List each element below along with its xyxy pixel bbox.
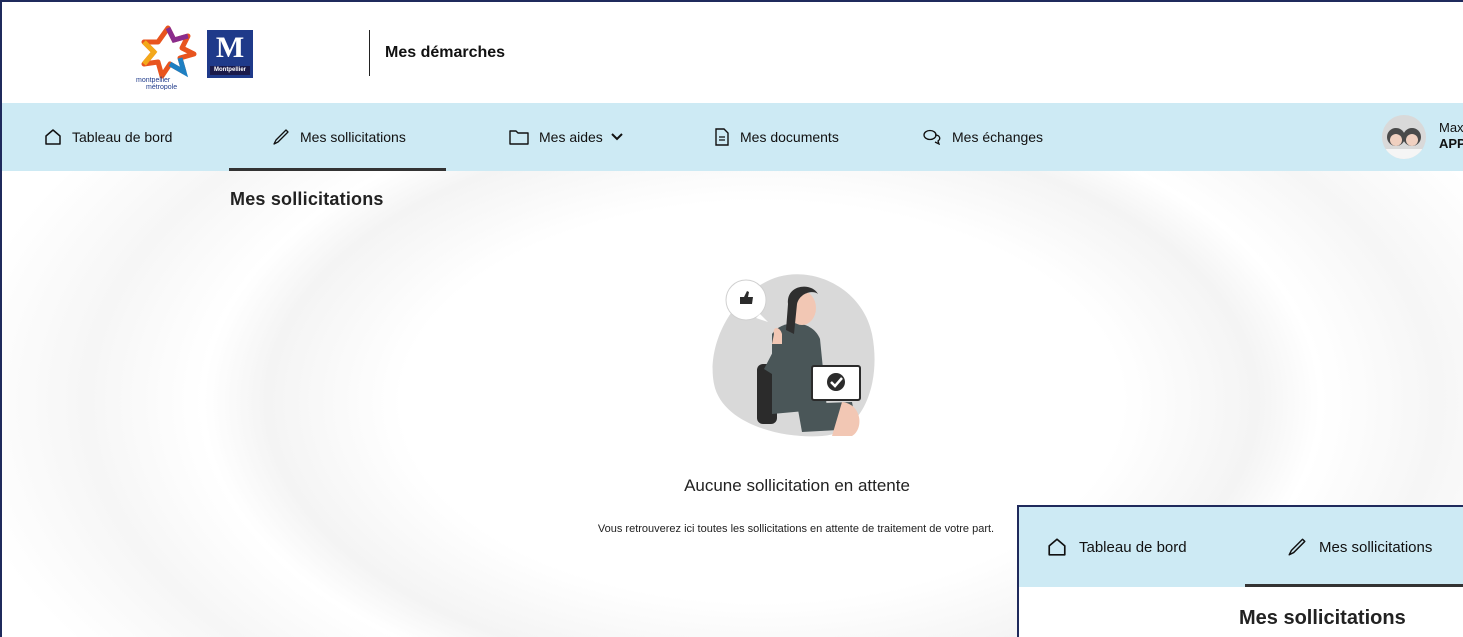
empty-state-description: Vous retrouverez ici toutes les sollicit… xyxy=(597,523,995,535)
app-window: montpellier métropole M Montpellier Mes … xyxy=(0,0,1463,637)
empty-state-illustration xyxy=(702,264,887,444)
site-header: montpellier métropole M Montpellier Mes … xyxy=(2,2,1463,103)
user-role: APP xyxy=(1439,136,1463,151)
nav-item-mes-echanges[interactable]: Mes échanges xyxy=(922,103,1043,171)
user-name[interactable]: Max xyxy=(1439,120,1463,135)
header-divider xyxy=(369,30,370,76)
app-title: Mes démarches xyxy=(385,44,506,61)
chevron-down-icon xyxy=(611,133,623,141)
inset-nav-item-tableau-de-bord[interactable]: Tableau de bord xyxy=(1047,507,1187,587)
inset-active-indicator xyxy=(1245,584,1463,587)
nav-item-mes-documents[interactable]: Mes documents xyxy=(714,103,839,171)
logo-m-letter: M xyxy=(215,31,245,64)
folder-icon xyxy=(509,130,529,145)
main-nav: Tableau de bord Mes sollicitations Mes a… xyxy=(2,103,1463,171)
page-title: Mes sollicitations xyxy=(230,189,384,209)
document-icon xyxy=(715,128,729,146)
svg-text:montpellier: montpellier xyxy=(136,77,171,84)
nav-label: Mes documents xyxy=(740,129,839,145)
user-avatar[interactable] xyxy=(1382,115,1426,159)
nav-item-mes-aides[interactable]: Mes aides xyxy=(509,103,623,171)
inset-nav: Tableau de bord Mes sollicitations xyxy=(1019,507,1463,587)
chat-icon xyxy=(923,129,941,145)
nav-label: Tableau de bord xyxy=(72,129,173,145)
montpellier-metropole-logo[interactable]: montpellier métropole xyxy=(132,24,204,91)
nav-item-mes-sollicitations[interactable]: Mes sollicitations xyxy=(229,103,446,171)
inset-nav-label: Mes sollicitations xyxy=(1319,538,1433,556)
montpellier-m-logo[interactable]: M Montpellier xyxy=(207,30,253,78)
empty-state-title: Aucune sollicitation en attente xyxy=(684,476,910,495)
inset-nav-label: Tableau de bord xyxy=(1079,538,1187,556)
nav-label: Mes aides xyxy=(539,129,603,145)
logo-m-caption: Montpellier xyxy=(210,66,250,75)
nav-label: Mes sollicitations xyxy=(300,129,406,145)
inset-screenshot: Tableau de bord Mes sollicitations Mes s… xyxy=(1017,505,1463,637)
nav-item-tableau-de-bord[interactable]: Tableau de bord xyxy=(44,103,172,171)
home-icon xyxy=(1048,538,1066,556)
nav-label: Mes échanges xyxy=(952,129,1044,145)
inset-page-title: Mes sollicitations xyxy=(1239,607,1406,629)
home-icon xyxy=(45,129,61,145)
pen-icon xyxy=(273,129,289,145)
svg-text:métropole: métropole xyxy=(146,84,177,90)
pen-icon xyxy=(1288,538,1306,556)
inset-nav-item-mes-sollicitations[interactable]: Mes sollicitations xyxy=(1287,507,1432,587)
